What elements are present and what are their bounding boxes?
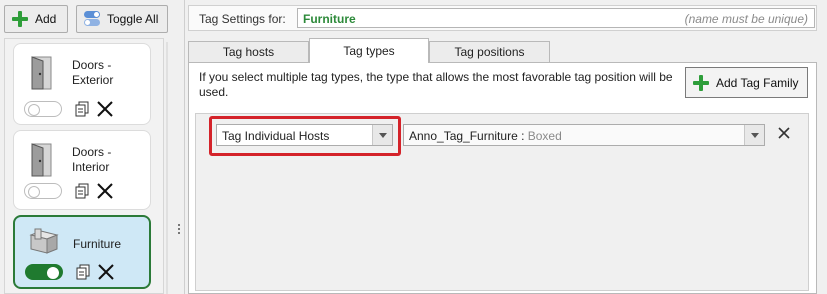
tag-family-text: Anno_Tag_Furniture : Boxed bbox=[409, 129, 562, 143]
add-tag-family-button[interactable]: Add Tag Family bbox=[685, 67, 808, 98]
family-card-label: Doors - Exterior bbox=[72, 58, 114, 87]
tab-tag-types[interactable]: Tag types bbox=[309, 38, 429, 63]
family-card-doors-exterior[interactable]: Doors - Exterior bbox=[13, 43, 151, 125]
tab-tag-hosts[interactable]: Tag hosts bbox=[188, 41, 309, 62]
family-name-value: Furniture bbox=[303, 12, 356, 26]
family-card-label: Furniture bbox=[73, 237, 122, 251]
plus-icon bbox=[11, 10, 29, 28]
family-name-input[interactable]: Furniture (name must be unique) bbox=[297, 8, 815, 28]
list-scrollbar[interactable] bbox=[165, 42, 169, 294]
door-icon bbox=[28, 56, 56, 93]
family-enable-toggle[interactable] bbox=[24, 101, 62, 117]
tag-settings-header: Tag Settings for: Furniture (name must b… bbox=[188, 5, 817, 31]
tag-type-row: Tag Individual Hosts Anno_Tag_Furniture … bbox=[195, 113, 809, 291]
chevron-down-icon[interactable] bbox=[372, 125, 392, 145]
door-icon bbox=[28, 143, 56, 180]
tab-tag-positions[interactable]: Tag positions bbox=[429, 41, 550, 62]
tag-family-name: Anno_Tag_Furniture : bbox=[409, 129, 525, 143]
toggle-all-label: Toggle All bbox=[107, 12, 159, 26]
family-card-label: Doors - Interior bbox=[72, 145, 112, 174]
chevron-down-icon[interactable] bbox=[744, 125, 764, 145]
host-mode-value: Tag Individual Hosts bbox=[222, 129, 330, 143]
grip-dots-icon bbox=[178, 224, 180, 236]
tag-family-select[interactable]: Anno_Tag_Furniture : Boxed bbox=[403, 124, 765, 146]
furniture-cube-icon bbox=[27, 227, 59, 258]
copy-icon[interactable] bbox=[74, 183, 90, 199]
family-enable-toggle[interactable] bbox=[25, 264, 63, 280]
tag-types-tab-content: If you select multiple tag types, the ty… bbox=[188, 62, 817, 294]
add-button[interactable]: Add bbox=[4, 5, 68, 33]
toggle-all-button[interactable]: Toggle All bbox=[76, 5, 168, 33]
family-name-hint: (name must be unique) bbox=[684, 12, 808, 26]
family-card-furniture[interactable]: Furniture bbox=[13, 215, 151, 289]
toggle-switch-icon bbox=[83, 11, 101, 27]
delete-icon[interactable] bbox=[96, 182, 114, 200]
host-mode-select[interactable]: Tag Individual Hosts bbox=[216, 124, 393, 146]
delete-icon[interactable] bbox=[97, 263, 115, 281]
family-sidebar: Add Toggle All Doors - Exterior Doors - … bbox=[0, 0, 172, 294]
tag-settings-panel: Tag Settings for: Furniture (name must b… bbox=[188, 0, 825, 294]
panel-splitter[interactable] bbox=[172, 0, 186, 294]
add-button-label: Add bbox=[35, 12, 57, 26]
delete-icon[interactable] bbox=[96, 100, 114, 118]
add-tag-family-label: Add Tag Family bbox=[716, 75, 799, 90]
family-enable-toggle[interactable] bbox=[24, 183, 62, 199]
tag-types-info-text: If you select multiple tag types, the ty… bbox=[199, 70, 673, 99]
tag-settings-label: Tag Settings for: bbox=[199, 12, 286, 26]
plus-icon bbox=[692, 74, 710, 92]
family-list: Doors - Exterior Doors - Interior Furnit… bbox=[4, 38, 164, 294]
copy-icon[interactable] bbox=[74, 101, 90, 117]
copy-icon[interactable] bbox=[75, 264, 91, 280]
family-card-doors-interior[interactable]: Doors - Interior bbox=[13, 130, 151, 210]
tag-type-name: Boxed bbox=[527, 129, 562, 143]
divider bbox=[184, 0, 185, 294]
close-icon[interactable] bbox=[776, 125, 792, 141]
